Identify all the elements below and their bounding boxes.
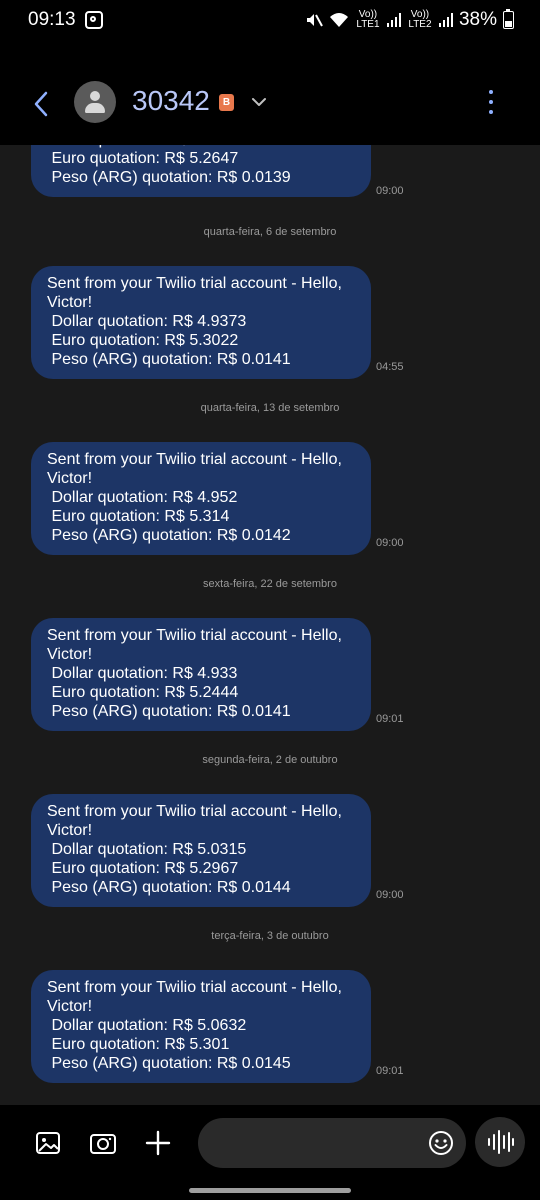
message-line: Peso (ARG) quotation: R$ 0.0145 xyxy=(47,1055,291,1072)
conversation-header: 30342 B xyxy=(0,40,540,145)
message-time: 09:00 xyxy=(376,889,404,901)
message-line: Sent from your Twilio trial account - He… xyxy=(47,275,342,292)
message-line: Dollar quotation: R$ 4.952 xyxy=(47,489,238,506)
message-line: Victor! xyxy=(47,294,93,311)
message-time: 09:00 xyxy=(376,185,404,197)
date-separator: quarta-feira, 6 de setembro xyxy=(203,226,337,238)
message-line: Peso (ARG) quotation: R$ 0.0141 xyxy=(47,703,291,720)
message-bubble[interactable]: Sent from your Twilio trial account - He… xyxy=(31,794,371,907)
date-separator: quarta-feira, 13 de setembro xyxy=(200,402,340,414)
gallery-icon[interactable] xyxy=(34,1129,62,1157)
date-separator: segunda-feira, 2 de outubro xyxy=(202,754,338,766)
emoji-icon[interactable] xyxy=(428,1130,454,1156)
home-indicator[interactable] xyxy=(189,1188,351,1193)
message-line: Euro quotation: R$ 5.301 xyxy=(47,1036,230,1053)
message-line: Victor! xyxy=(47,470,93,487)
voice-record-button[interactable] xyxy=(475,1117,525,1167)
message-bubble[interactable]: Sent from your Twilio trial account - He… xyxy=(31,618,371,731)
message-line: Victor! xyxy=(47,822,93,839)
contact-name[interactable]: 30342 xyxy=(132,85,210,117)
message-line: Sent from your Twilio trial account - He… xyxy=(47,627,342,644)
message-bubble[interactable]: Sent from your Twilio trial account - He… xyxy=(31,970,371,1083)
date-separator: sexta-feira, 22 de setembro xyxy=(203,578,337,590)
contact-avatar[interactable] xyxy=(74,81,116,123)
message-time: 09:01 xyxy=(376,713,404,725)
message-line: Sent from your Twilio trial account - He… xyxy=(47,451,342,468)
message-line: Dollar quotation: R$ 4.9373 xyxy=(47,313,247,330)
message-line: Euro quotation: R$ 5.2647 xyxy=(47,150,239,167)
chevron-down-icon[interactable] xyxy=(251,96,267,108)
message-line: Victor! xyxy=(47,998,93,1015)
message-line: Dollar quotation: R$ 5.0315 xyxy=(47,841,247,858)
add-icon[interactable] xyxy=(144,1129,172,1157)
message-bubble[interactable]: Sent from your Twilio trial account - He… xyxy=(31,442,371,555)
message-line: Euro quotation: R$ 5.2444 xyxy=(47,684,239,701)
message-line: Sent from your Twilio trial account - He… xyxy=(47,803,342,820)
compose-bar xyxy=(0,1105,540,1200)
message-line: Victor! xyxy=(47,646,93,663)
message-line: Peso (ARG) quotation: R$ 0.0139 xyxy=(47,169,291,186)
message-time: 09:00 xyxy=(376,537,404,549)
message-line: Peso (ARG) quotation: R$ 0.0144 xyxy=(47,879,291,896)
conversation-thread[interactable]: Dollar quotation: R$ 4.8743 Euro quotati… xyxy=(0,0,540,1105)
message-line: Dollar quotation: R$ 4.933 xyxy=(47,665,238,682)
message-line: Euro quotation: R$ 5.3022 xyxy=(47,332,239,349)
message-line: Dollar quotation: R$ 5.0632 xyxy=(47,1017,247,1034)
camera-icon[interactable] xyxy=(89,1129,117,1157)
date-separator: terça-feira, 3 de outubro xyxy=(211,930,329,942)
message-line: Euro quotation: R$ 5.314 xyxy=(47,508,230,525)
message-time: 04:55 xyxy=(376,361,404,373)
message-line: Euro quotation: R$ 5.2967 xyxy=(47,860,239,877)
message-time: 09:01 xyxy=(376,1065,404,1077)
more-options-icon[interactable] xyxy=(486,90,496,116)
sim-badge-icon: B xyxy=(219,94,234,111)
message-line: Sent from your Twilio trial account - He… xyxy=(47,979,342,996)
person-icon-head xyxy=(90,91,100,101)
person-icon-body xyxy=(85,103,105,113)
message-input[interactable] xyxy=(198,1118,466,1168)
message-line: Peso (ARG) quotation: R$ 0.0142 xyxy=(47,527,291,544)
message-bubble[interactable]: Sent from your Twilio trial account - He… xyxy=(31,266,371,379)
message-line: Peso (ARG) quotation: R$ 0.0141 xyxy=(47,351,291,368)
sound-wave-icon xyxy=(488,1130,514,1154)
back-arrow-icon[interactable] xyxy=(30,90,54,118)
